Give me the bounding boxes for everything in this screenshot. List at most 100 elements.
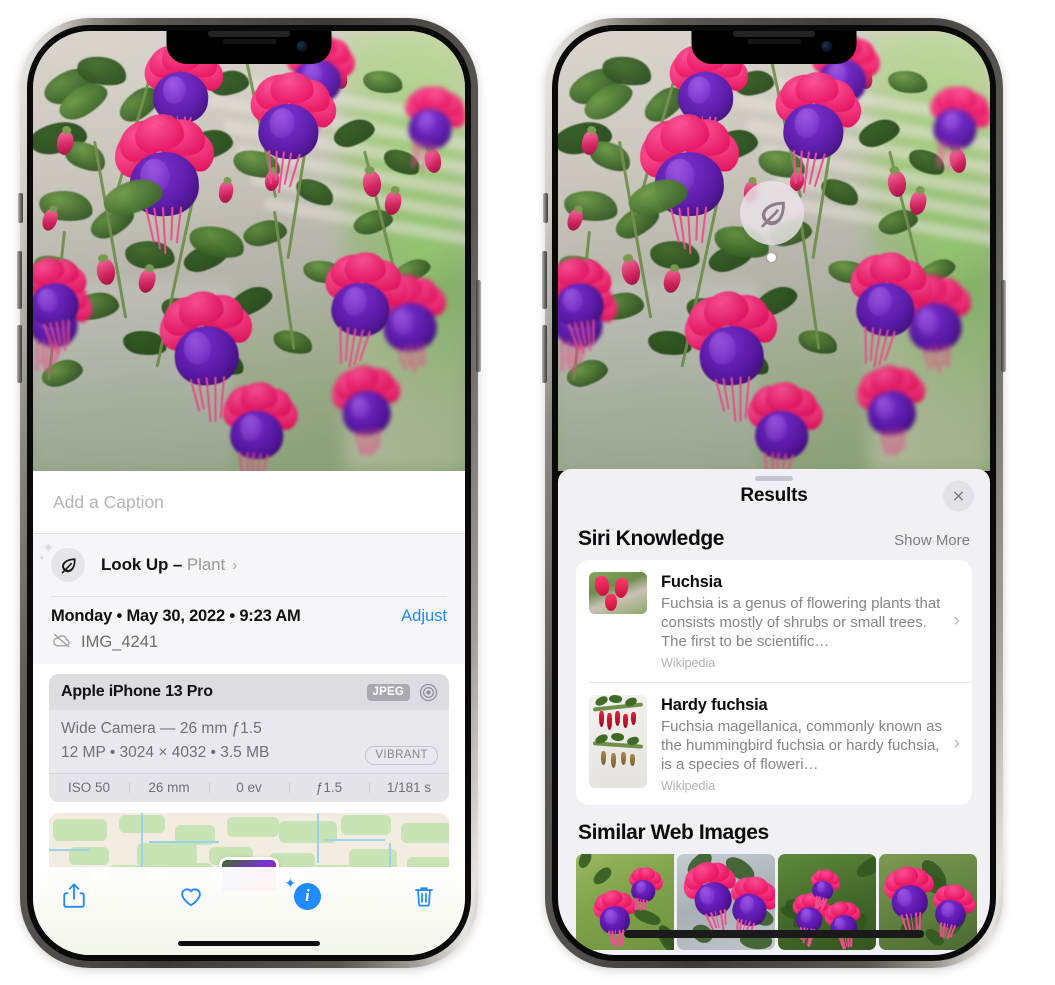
silent-switch[interactable]	[543, 193, 548, 223]
thumbnail-hardy-fuchsia	[589, 695, 647, 789]
map-greenspace	[341, 814, 391, 835]
thumbnail-bud	[601, 751, 606, 766]
page-title: Results	[740, 485, 808, 506]
cloud-slash-icon	[51, 630, 72, 656]
home-indicator[interactable]	[178, 941, 320, 946]
results-header: Results	[558, 469, 990, 523]
photo-detail	[939, 922, 942, 938]
power-button[interactable]	[1001, 280, 1006, 372]
knowledge-row[interactable]: Hardy fuchsia Fuchsia magellanica, commo…	[589, 682, 972, 805]
photo-viewer[interactable]	[33, 31, 465, 471]
thumbnail-bud	[630, 754, 635, 767]
screen-right: Results Siri Knowledge Show More Fuchsia…	[558, 31, 990, 955]
map-waterway	[49, 848, 89, 851]
exif-exposure: 0 ev	[209, 780, 289, 795]
thumbnail-flower	[607, 713, 612, 731]
map-greenspace	[401, 822, 449, 843]
section-title-similar-web-images: Similar Web Images	[578, 821, 769, 845]
thumbnail-flower	[599, 711, 604, 728]
front-camera-icon	[296, 41, 308, 52]
knowledge-row[interactable]: Fuchsia Fuchsia is a genus of flowering …	[576, 560, 972, 682]
notch-speaker	[222, 39, 276, 44]
photo-detail	[914, 913, 917, 930]
map-greenspace	[227, 816, 279, 837]
thumbnail-bud	[621, 752, 626, 766]
thumbnail-flower	[613, 577, 630, 599]
sparkle-small-icon: ✦	[38, 553, 46, 563]
camera-device-name: Apple iPhone 13 Pro	[61, 683, 213, 700]
format-badge: JPEG	[366, 683, 410, 701]
exif-focal-length: 26 mm	[129, 780, 209, 795]
look-up-subject: Plant	[186, 555, 226, 574]
iphone-left-device: Add a Caption ✦ ✦ Look Up – Plant › Mond…	[17, 18, 481, 968]
share-button[interactable]	[59, 881, 89, 911]
map-waterway	[149, 840, 219, 843]
camera-lens-info: Wide Camera — 26 mm ƒ1.5	[61, 719, 262, 737]
divider	[51, 596, 447, 597]
aperture-icon	[418, 682, 439, 703]
web-image-leaf	[853, 854, 876, 881]
chevron-right-icon[interactable]: ›	[954, 610, 960, 632]
sparkle-icon: ✦	[284, 875, 297, 891]
leaf-icon: ✦ ✦	[38, 541, 85, 582]
siri-knowledge-header: Siri Knowledge Show More	[558, 523, 990, 560]
knowledge-title: Hardy fuchsia	[661, 696, 768, 715]
earpiece-speaker	[733, 31, 815, 37]
knowledge-description: Fuchsia is a genus of flowering plants t…	[661, 594, 941, 650]
caption-input[interactable]: Add a Caption	[53, 492, 164, 513]
info-button[interactable]: ✦ i	[284, 876, 322, 911]
notch-speaker	[747, 39, 801, 44]
power-button[interactable]	[476, 280, 481, 372]
map-waterway	[141, 812, 143, 873]
thumbnail-flower	[623, 714, 628, 729]
map-waterway	[317, 812, 319, 863]
photo-info-sheet: Add a Caption ✦ ✦ Look Up – Plant › Mond…	[33, 471, 465, 955]
thumbnail-flower	[615, 711, 620, 727]
iphone-right-device: Results Siri Knowledge Show More Fuchsia…	[542, 18, 1006, 968]
photo-filename: IMG_4241	[81, 633, 159, 651]
adjust-button[interactable]: Adjust	[401, 607, 447, 626]
chevron-right-icon[interactable]: ›	[954, 733, 960, 755]
web-image-leaf	[576, 854, 595, 871]
exif-aperture: ƒ1.5	[289, 780, 369, 795]
photo-detail	[558, 31, 990, 471]
caption-row[interactable]: Add a Caption	[33, 471, 465, 534]
camera-info-card[interactable]: Apple iPhone 13 Pro JPEG Wide Camera — 2…	[49, 673, 449, 802]
earpiece-speaker	[208, 31, 290, 37]
silent-switch[interactable]	[18, 193, 23, 223]
visual-look-up-dot	[767, 253, 776, 262]
thumbnail-fuchsia	[589, 572, 647, 614]
photo-viewer[interactable]	[558, 31, 990, 471]
look-up-row[interactable]: ✦ ✦ Look Up – Plant ›	[33, 534, 465, 596]
knowledge-description: Fuchsia magellanica, commonly known as t…	[661, 717, 942, 774]
siri-knowledge-card: Fuchsia Fuchsia is a genus of flowering …	[576, 560, 972, 806]
photo-detail	[33, 31, 465, 471]
screenshot-canvas: Add a Caption ✦ ✦ Look Up – Plant › Mond…	[0, 0, 1055, 985]
photographic-style-badge: VIBRANT	[365, 745, 438, 765]
home-indicator[interactable]	[624, 930, 924, 938]
volume-down-button[interactable]	[542, 325, 547, 383]
info-icon: i	[293, 882, 321, 910]
map-greenspace	[53, 818, 107, 841]
show-more-button[interactable]: Show More	[894, 532, 970, 549]
knowledge-source: Wikipedia	[661, 656, 716, 671]
section-title-siri-knowledge: Siri Knowledge	[578, 527, 725, 550]
photo-date: Monday • May 30, 2022 • 9:23 AM	[51, 606, 301, 625]
knowledge-title: Fuchsia	[661, 573, 722, 591]
volume-up-button[interactable]	[542, 251, 547, 309]
exif-row: ISO 50 26 mm 0 ev ƒ1.5 1/181 s	[49, 772, 449, 802]
screen-left: Add a Caption ✦ ✦ Look Up – Plant › Mond…	[33, 31, 465, 955]
look-up-label: Look Up – Plant ›	[101, 555, 237, 575]
visual-look-up-badge[interactable]	[740, 181, 804, 245]
volume-up-button[interactable]	[17, 251, 22, 309]
favorite-button[interactable]	[176, 881, 206, 911]
volume-down-button[interactable]	[17, 325, 22, 383]
chevron-right-icon[interactable]: ›	[232, 557, 237, 574]
thumbnail-leaf	[608, 695, 623, 705]
close-button[interactable]	[943, 480, 974, 512]
results-sheet: Results Siri Knowledge Show More Fuchsia…	[558, 469, 990, 955]
thumbnail-flower	[605, 594, 617, 611]
delete-button[interactable]	[409, 881, 439, 911]
map-waterway	[325, 838, 385, 841]
thumbnail-flower	[631, 712, 636, 726]
